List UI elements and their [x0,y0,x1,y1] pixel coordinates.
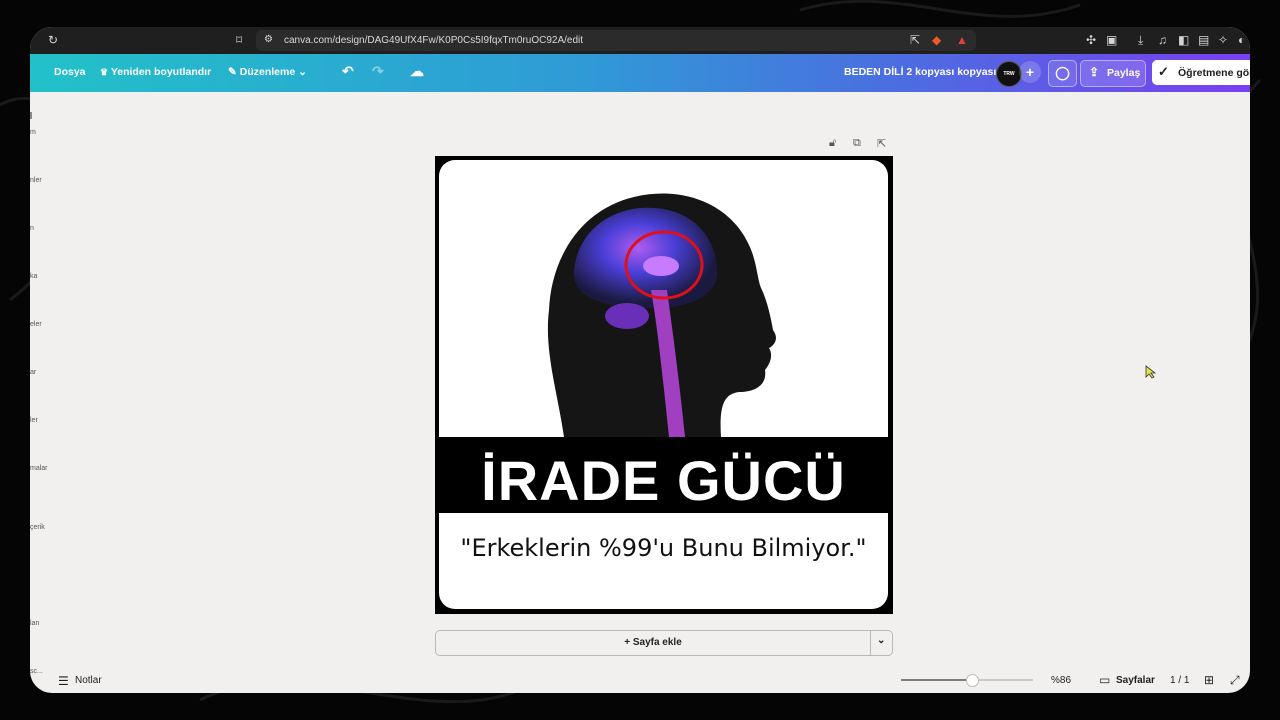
sidebar-item-label[interactable]: lan [30,620,39,627]
sidebar-marker [30,112,32,119]
page-count: 1 / 1 [1170,675,1190,686]
pages-button[interactable]: Sayfalar [1116,675,1155,686]
comment-icon: ◯ [1055,65,1070,80]
sidebar-item-label[interactable]: m [30,129,36,136]
ai-icon[interactable]: ✧ [1218,33,1228,47]
avatar[interactable]: TRW [996,61,1022,87]
export-page-icon[interactable]: ⇱ [877,137,886,150]
pencil-icon: ✎ [228,66,237,78]
edit-mode-button[interactable]: ✎ Düzenleme ⌄ [228,66,307,78]
share-page-icon[interactable]: ⇱ [910,33,920,47]
sidebar-item-label[interactable]: ar [30,369,36,376]
sidebar-item-label[interactable]: n [30,225,34,232]
comment-button[interactable]: ◯ [1048,60,1077,87]
wallet2-icon[interactable]: ▤ [1198,33,1209,47]
extensions-icon[interactable]: ✣ [1086,33,1096,47]
fullscreen-icon[interactable]: ⤢ [1230,673,1240,688]
design-subtitle[interactable]: "Erkeklerin %99'u Bunu Bilmiyor." [439,534,888,562]
document-title[interactable]: BEDEN DİLİ 2 kopyası kopyası [844,66,996,78]
sidebar-item-label[interactable]: ka [30,273,37,280]
sidebar-item-label[interactable]: sc... [30,668,43,675]
duplicate-page-icon[interactable]: ⧉ [853,137,861,150]
add-page-label: + Sayfa ekle [624,637,682,648]
address-bar[interactable]: ⚙ canva.com/design/DAG49UfX4Fw/K0P0Cs5I9… [256,30,976,51]
redo-icon[interactable]: ↷ [372,63,384,80]
share-label: Paylaş [1107,67,1141,79]
design-page[interactable]: İRADE GÜCÜ "Erkeklerin %99'u Bunu Bilmiy… [435,156,893,614]
wallet-icon[interactable]: ▣ [1106,33,1117,47]
browser-toolbar: ↻ ⌑ ⚙ canva.com/design/DAG49UfX4Fw/K0P0C… [30,27,1250,54]
resize-label: Yeniden boyutlandır [110,66,212,78]
crown-icon: ♛ [100,67,109,77]
notes-button[interactable]: Notlar [75,675,102,686]
add-page-divider [870,631,871,655]
zoom-slider-track [901,679,973,681]
grid-view-icon[interactable]: ⊞ [1204,673,1214,687]
file-menu[interactable]: Dosya [54,66,86,78]
design-card: İRADE GÜCÜ "Erkeklerin %99'u Bunu Bilmiy… [439,160,888,609]
zoom-slider[interactable] [901,674,1033,687]
sidebar-item-label[interactable]: çerik [30,524,45,531]
site-info-icon[interactable]: ⚙ [264,33,273,47]
avatar-text: TRW [1003,71,1015,77]
undo-icon[interactable]: ↶ [342,63,354,80]
pages-icon[interactable]: ▭ [1099,673,1110,687]
sidebar-item-label[interactable]: nler [30,177,42,184]
lock-icon[interactable]: 🔓︎ [829,137,836,150]
share-button[interactable]: ⇪ Paylaş [1080,60,1146,87]
zoom-slider-thumb[interactable] [966,674,980,687]
add-collaborator-button[interactable]: + [1019,61,1041,83]
cloud-save-icon[interactable]: ☁ [410,63,424,80]
reload-icon[interactable]: ↻ [48,33,58,47]
rewards-icon[interactable]: ▲ [956,33,968,47]
zoom-value[interactable]: %86 [1051,675,1071,686]
brave-shield-icon[interactable]: ◆ [932,33,941,47]
chevron-down-icon: ⌄ [298,66,307,78]
download-icon[interactable]: ⤓ [1138,33,1143,47]
edit-label: Düzenleme [239,66,296,78]
sidebar-toggle-icon[interactable]: ◧ [1178,33,1189,47]
notes-icon[interactable]: ☰ [58,674,69,688]
app-window: ↻ ⌑ ⚙ canva.com/design/DAG49UfX4Fw/K0P0C… [30,27,1250,693]
design-title[interactable]: İRADE GÜCÜ [439,448,888,513]
teacher-label: Öğretmene gön [1178,67,1250,79]
chevron-down-icon[interactable]: ⌄ [877,635,885,646]
menu-icon[interactable]: ◐ [1238,33,1245,47]
bookmark-icon[interactable]: ⌑ [236,33,242,47]
check-circle-icon: ✓ [1158,64,1169,79]
editor-toolbar: Dosya ♛ Yeniden boyutlandır ✎ Düzenleme … [30,54,1250,92]
url-text: canva.com/design/DAG49UfX4Fw/K0P0Cs5I9fq… [284,35,584,46]
sidebar-item-label[interactable]: malar [30,465,48,472]
add-page-button[interactable]: + Sayfa ekle ⌄ [435,630,893,656]
upload-icon: ⇪ [1089,65,1100,79]
sidebar-item-label[interactable]: eler [30,321,42,328]
media-icon[interactable]: ♫ [1158,33,1167,47]
sidebar-item-label[interactable]: ler [30,417,38,424]
brain-head-image[interactable] [439,160,888,437]
mouse-cursor-icon [1145,365,1157,379]
resize-button[interactable]: ♛ Yeniden boyutlandır [100,66,211,78]
send-to-teacher-button[interactable]: ✓ Öğretmene gön [1152,60,1250,85]
